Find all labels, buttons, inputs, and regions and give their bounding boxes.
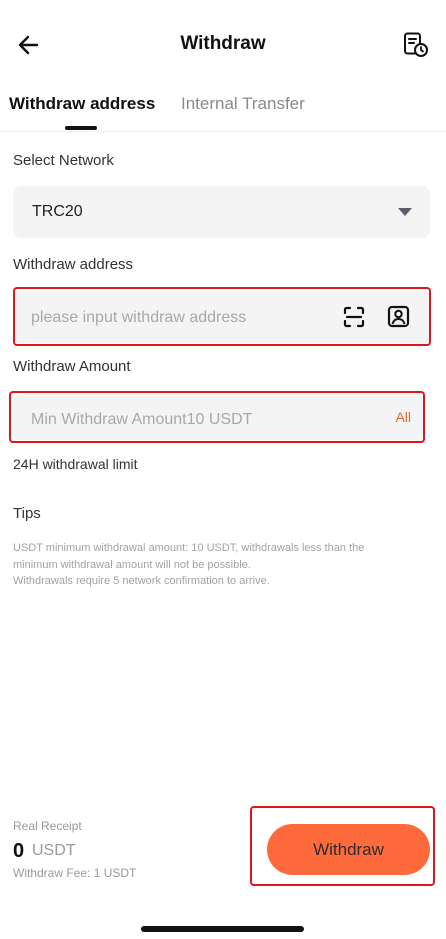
caret-down-icon [398,208,412,216]
scan-icon[interactable] [343,306,365,328]
withdraw-fee: Withdraw Fee: 1 USDT [13,866,137,880]
withdraw-address-label: Withdraw address [13,256,134,273]
real-receipt-amount: 0 [13,840,25,862]
network-select[interactable]: TRC20 [13,186,430,238]
active-tab-indicator [65,126,97,130]
network-value: TRC20 [32,203,83,220]
tab-withdraw-address[interactable]: Withdraw address [9,94,155,114]
withdraw-amount-field[interactable]: Min Withdraw Amount10 USDT All [13,394,423,440]
tips-title: Tips [13,505,41,522]
address-book-icon[interactable] [387,305,410,328]
all-button[interactable]: All [395,409,411,425]
page-title: Withdraw [180,33,266,54]
withdraw-button[interactable]: Withdraw [267,824,430,875]
tabs-divider [0,131,446,132]
real-receipt-label: Real Receipt [13,819,82,833]
withdrawal-limit-label: 24H withdrawal limit [13,456,138,472]
tab-internal-transfer[interactable]: Internal Transfer [181,94,305,114]
select-network-label: Select Network [13,152,114,169]
tips-text: USDT minimum withdrawal amount: 10 USDT,… [13,542,365,587]
withdraw-address-field[interactable]: please input withdraw address [13,291,430,343]
withdraw-record-icon[interactable] [402,31,430,59]
withdraw-amount-label: Withdraw Amount [13,358,131,375]
address-placeholder: please input withdraw address [31,309,247,326]
home-indicator [141,926,304,932]
amount-placeholder: Min Withdraw Amount10 USDT [31,411,253,428]
real-receipt-unit: USDT [32,842,76,859]
